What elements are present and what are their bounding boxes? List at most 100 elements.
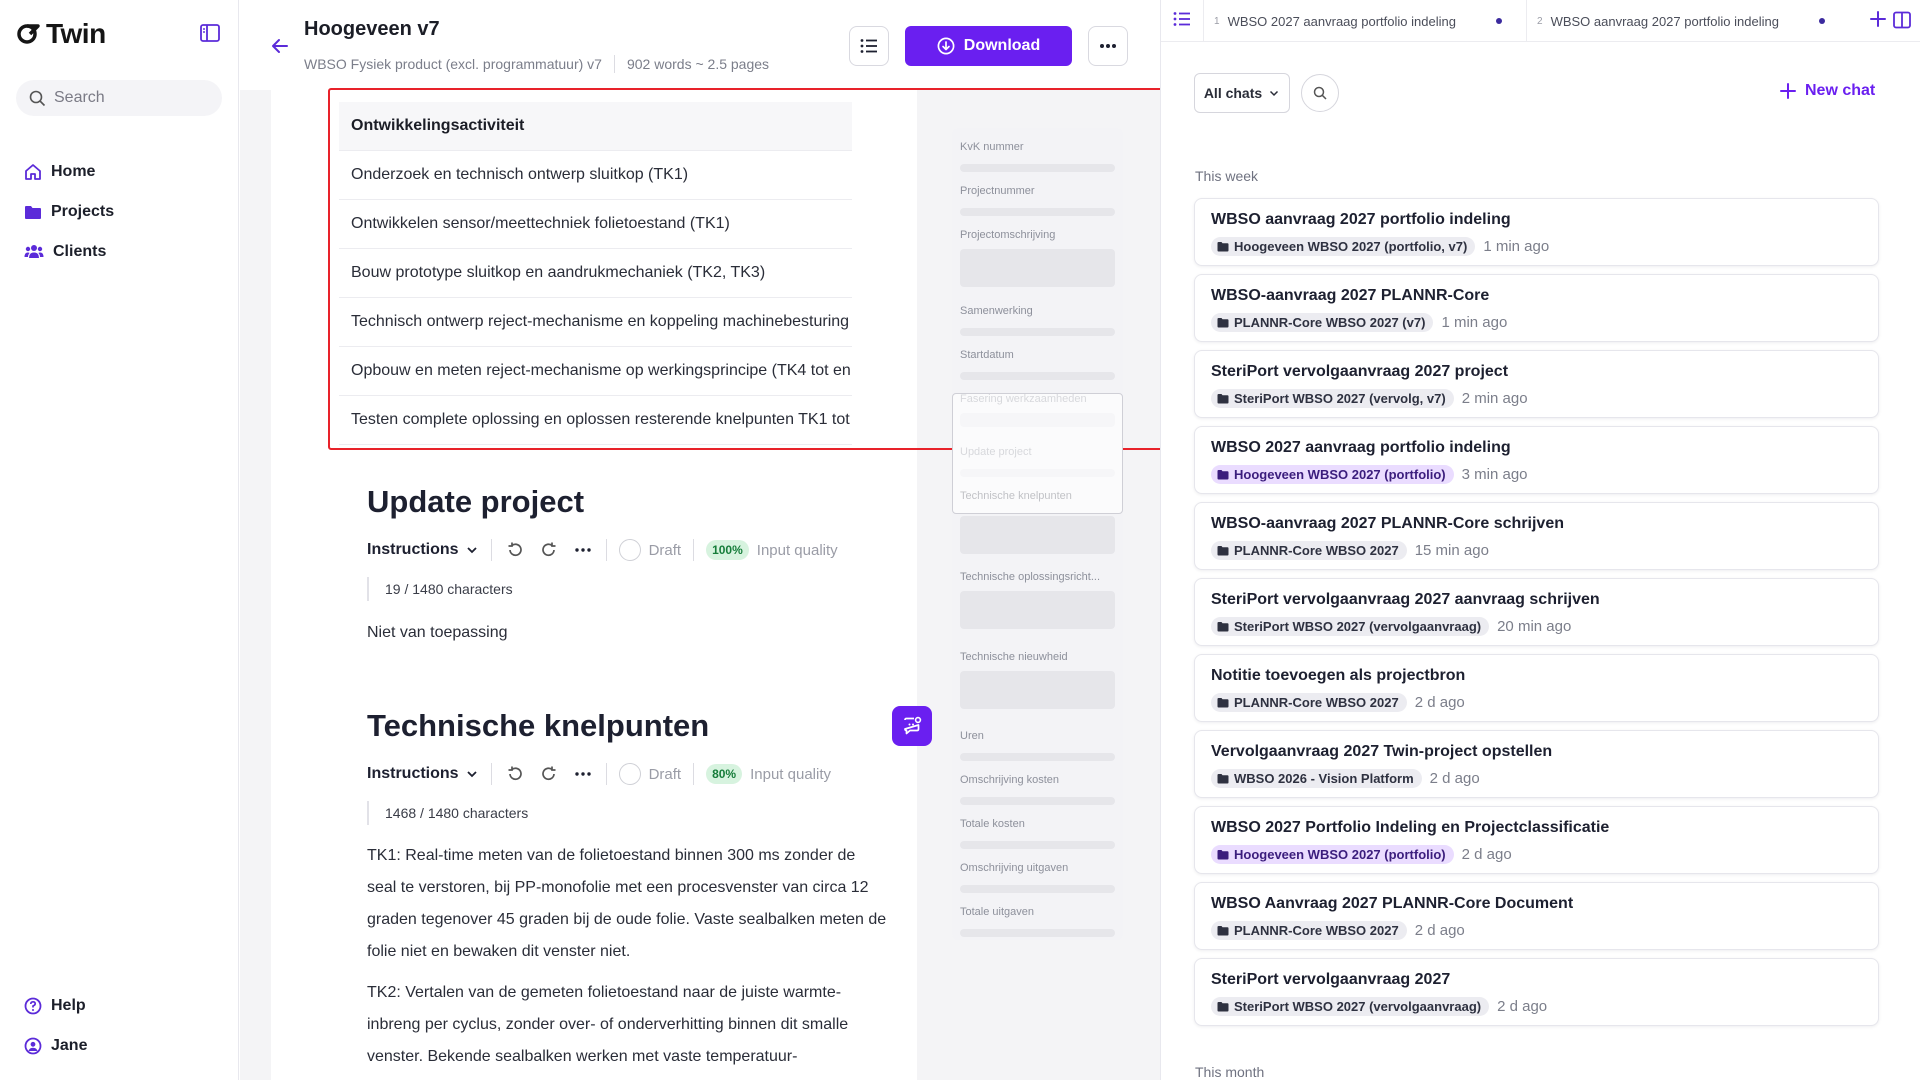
chevron-down-icon xyxy=(466,547,477,554)
nav-item-home[interactable]: Home xyxy=(24,152,114,192)
new-chat-label: New chat xyxy=(1805,82,1876,99)
sidebar-search[interactable] xyxy=(16,80,222,116)
nav-item-account[interactable]: Jane xyxy=(24,1026,87,1066)
section-body[interactable]: TK1: Real-time meten van de folietoestan… xyxy=(367,840,887,968)
back-button[interactable] xyxy=(270,36,292,58)
section-body-paragraph[interactable]: TK2: Vertalen van de gemeten folietoesta… xyxy=(367,977,887,1073)
nav-section-totale-uitgaven[interactable]: Totale uitgaven xyxy=(960,906,1115,937)
nav-section-projectnummer[interactable]: Projectnummer xyxy=(960,185,1115,216)
character-count: 19 / 1480 characters xyxy=(367,577,513,601)
project-tag[interactable]: PLANNR-Core WBSO 2027 xyxy=(1211,541,1407,560)
nav-section-technische-knelpunten[interactable]: Technische knelpunten xyxy=(960,490,1115,554)
instructions-dropdown[interactable]: Instructions xyxy=(367,541,479,559)
download-button[interactable]: Download xyxy=(905,26,1072,66)
chat-list-item[interactable]: WBSO Aanvraag 2027 PLANNR-Core Document P… xyxy=(1194,882,1879,950)
nav-section-projectomschrijving[interactable]: Projectomschrijving xyxy=(960,229,1115,287)
chat-list-item[interactable]: WBSO-aanvraag 2027 PLANNR-Core schrijven… xyxy=(1194,502,1879,570)
chat-list-item[interactable]: SteriPort vervolgaanvraag 2027 SteriPort … xyxy=(1194,958,1879,1026)
project-tag-label: SteriPort WBSO 2027 (vervolg, v7) xyxy=(1234,391,1446,406)
chat-timestamp: 20 min ago xyxy=(1497,618,1572,635)
chat-filter-dropdown[interactable]: All chats xyxy=(1194,73,1290,113)
nav-section-uren[interactable]: Uren xyxy=(960,730,1115,761)
nav-section-oplossingsrichting[interactable]: Technische oplossingsricht... xyxy=(960,571,1115,629)
folder-icon xyxy=(1217,394,1229,404)
project-tag[interactable]: Hoogeveen WBSO 2027 (portfolio) xyxy=(1211,465,1454,484)
chat-list-item[interactable]: WBSO-aanvraag 2027 PLANNR-Core PLANNR-Cor… xyxy=(1194,274,1879,342)
search-input[interactable] xyxy=(54,89,204,107)
sidebar-toggle-button[interactable] xyxy=(199,22,223,46)
divider xyxy=(613,55,615,73)
nav-section-totale-kosten[interactable]: Totale kosten xyxy=(960,818,1115,849)
undo-button[interactable] xyxy=(504,763,526,785)
nav-section-omschrijving-kosten[interactable]: Omschrijving kosten xyxy=(960,774,1115,805)
ellipsis-icon xyxy=(1100,44,1116,48)
table-row[interactable]: Technisch ontwerp reject-mechanisme en k… xyxy=(339,298,852,347)
document-header: Hoogeveen v7 WBSO Fysiek product (excl. … xyxy=(240,0,1160,90)
project-tag[interactable]: WBSO 2026 - Vision Platform xyxy=(1211,769,1422,788)
chat-list-item[interactable]: SteriPort vervolgaanvraag 2027 aanvraag … xyxy=(1194,578,1879,646)
redo-button[interactable] xyxy=(538,539,560,561)
nav-section-startdatum[interactable]: Startdatum xyxy=(960,349,1115,380)
nav-section-label: Update project xyxy=(960,446,1032,458)
table-row[interactable]: Bouw prototype sluitkop en aandrukmechan… xyxy=(339,249,852,298)
chat-list-item[interactable]: WBSO aanvraag 2027 portfolio indeling Hoo… xyxy=(1194,198,1879,266)
table-row[interactable]: Opbouw en meten reject-mechanisme op wer… xyxy=(339,347,852,396)
draft-toggle[interactable]: Draft xyxy=(618,539,681,561)
chat-list-item[interactable]: Vervolgaanvraag 2027 Twin-project opstel… xyxy=(1194,730,1879,798)
table-row[interactable]: Testen complete oplossing en oplossen re… xyxy=(339,396,852,445)
chat-list-item[interactable]: Notitie toevoegen als projectbron PLANNR-… xyxy=(1194,654,1879,722)
chat-list-item[interactable]: WBSO 2027 Portfolio Indeling en Projectc… xyxy=(1194,806,1879,874)
nav-item-clients[interactable]: Clients xyxy=(24,232,114,272)
project-tag-label: SteriPort WBSO 2027 (vervolgaanvraag) xyxy=(1234,619,1482,634)
chevron-down-icon xyxy=(466,771,477,778)
nav-section-label: Samenwerking xyxy=(960,305,1033,317)
nav-section-nieuwheid[interactable]: Technische nieuwheid xyxy=(960,651,1115,709)
nav-section-update-project[interactable]: Update project xyxy=(960,446,1115,477)
comment-chat-button[interactable] xyxy=(892,706,932,746)
chat-tab-2[interactable]: 2 WBSO aanvraag 2027 portfolio indeling xyxy=(1526,0,1856,42)
project-tag[interactable]: Hoogeveen WBSO 2027 (portfolio) xyxy=(1211,845,1454,864)
chat-list-button[interactable] xyxy=(1173,11,1191,27)
section-more-button[interactable] xyxy=(572,539,594,561)
table-row[interactable]: Ontwikkelen sensor/meettechniek folietoe… xyxy=(339,200,852,249)
table-row[interactable]: Onderzoek en technisch ontwerp sluitkop … xyxy=(339,151,852,200)
section-body[interactable]: Niet van toepassing xyxy=(367,617,887,649)
project-tag[interactable]: SteriPort WBSO 2027 (vervolg, v7) xyxy=(1211,389,1454,408)
undo-button[interactable] xyxy=(504,539,526,561)
nav-section-samenwerking[interactable]: Samenwerking xyxy=(960,305,1115,336)
split-view-button[interactable] xyxy=(1892,10,1912,30)
chat-search-button[interactable] xyxy=(1301,74,1339,112)
draft-toggle[interactable]: Draft xyxy=(618,763,681,785)
logo[interactable]: Twin xyxy=(16,18,106,50)
chat-list-item[interactable]: SteriPort vervolgaanvraag 2027 project St… xyxy=(1194,350,1879,418)
nav-item-label: Projects xyxy=(51,203,115,220)
new-tab-button[interactable] xyxy=(1868,9,1888,29)
more-options-button[interactable] xyxy=(1088,26,1128,66)
nav-section-fasering[interactable]: Fasering werkzaamheden xyxy=(960,393,1115,427)
chat-list-item[interactable]: WBSO 2027 aanvraag portfolio indeling Hoo… xyxy=(1194,426,1879,494)
chat-tab-1[interactable]: 1 WBSO 2027 aanvraag portfolio indeling xyxy=(1203,0,1526,42)
project-tag[interactable]: PLANNR-Core WBSO 2027 xyxy=(1211,693,1407,712)
project-tag[interactable]: PLANNR-Core WBSO 2027 xyxy=(1211,921,1407,940)
nav-section-omschrijving-uitgaven[interactable]: Omschrijving uitgaven xyxy=(960,862,1115,893)
outline-button[interactable] xyxy=(849,26,889,66)
group-label-this-week: This week xyxy=(1195,168,1259,184)
instructions-dropdown[interactable]: Instructions xyxy=(367,765,479,783)
project-tag[interactable]: SteriPort WBSO 2027 (vervolgaanvraag) xyxy=(1211,617,1490,636)
project-tag[interactable]: PLANNR-Core WBSO 2027 (v7) xyxy=(1211,313,1434,332)
chevron-down-icon xyxy=(1270,90,1279,97)
nav-item-projects[interactable]: Projects xyxy=(24,192,114,232)
draft-circle-icon xyxy=(618,539,641,561)
section-more-button[interactable] xyxy=(572,763,594,785)
nav-section-kvk[interactable]: KvK nummer xyxy=(960,141,1115,172)
folder-icon xyxy=(1217,1002,1229,1012)
project-tag[interactable]: Hoogeveen WBSO 2027 (portfolio, v7) xyxy=(1211,237,1476,256)
sidebar-bottom-nav: Help Jane xyxy=(24,986,87,1066)
project-tag[interactable]: SteriPort WBSO 2027 (vervolgaanvraag) xyxy=(1211,997,1490,1016)
ellipsis-icon xyxy=(574,772,591,776)
new-chat-button[interactable]: New chat xyxy=(1779,82,1875,100)
search-icon xyxy=(1313,86,1327,100)
redo-button[interactable] xyxy=(538,763,560,785)
main-nav: Home Projects Clients xyxy=(24,152,114,272)
nav-item-help[interactable]: Help xyxy=(24,986,87,1026)
